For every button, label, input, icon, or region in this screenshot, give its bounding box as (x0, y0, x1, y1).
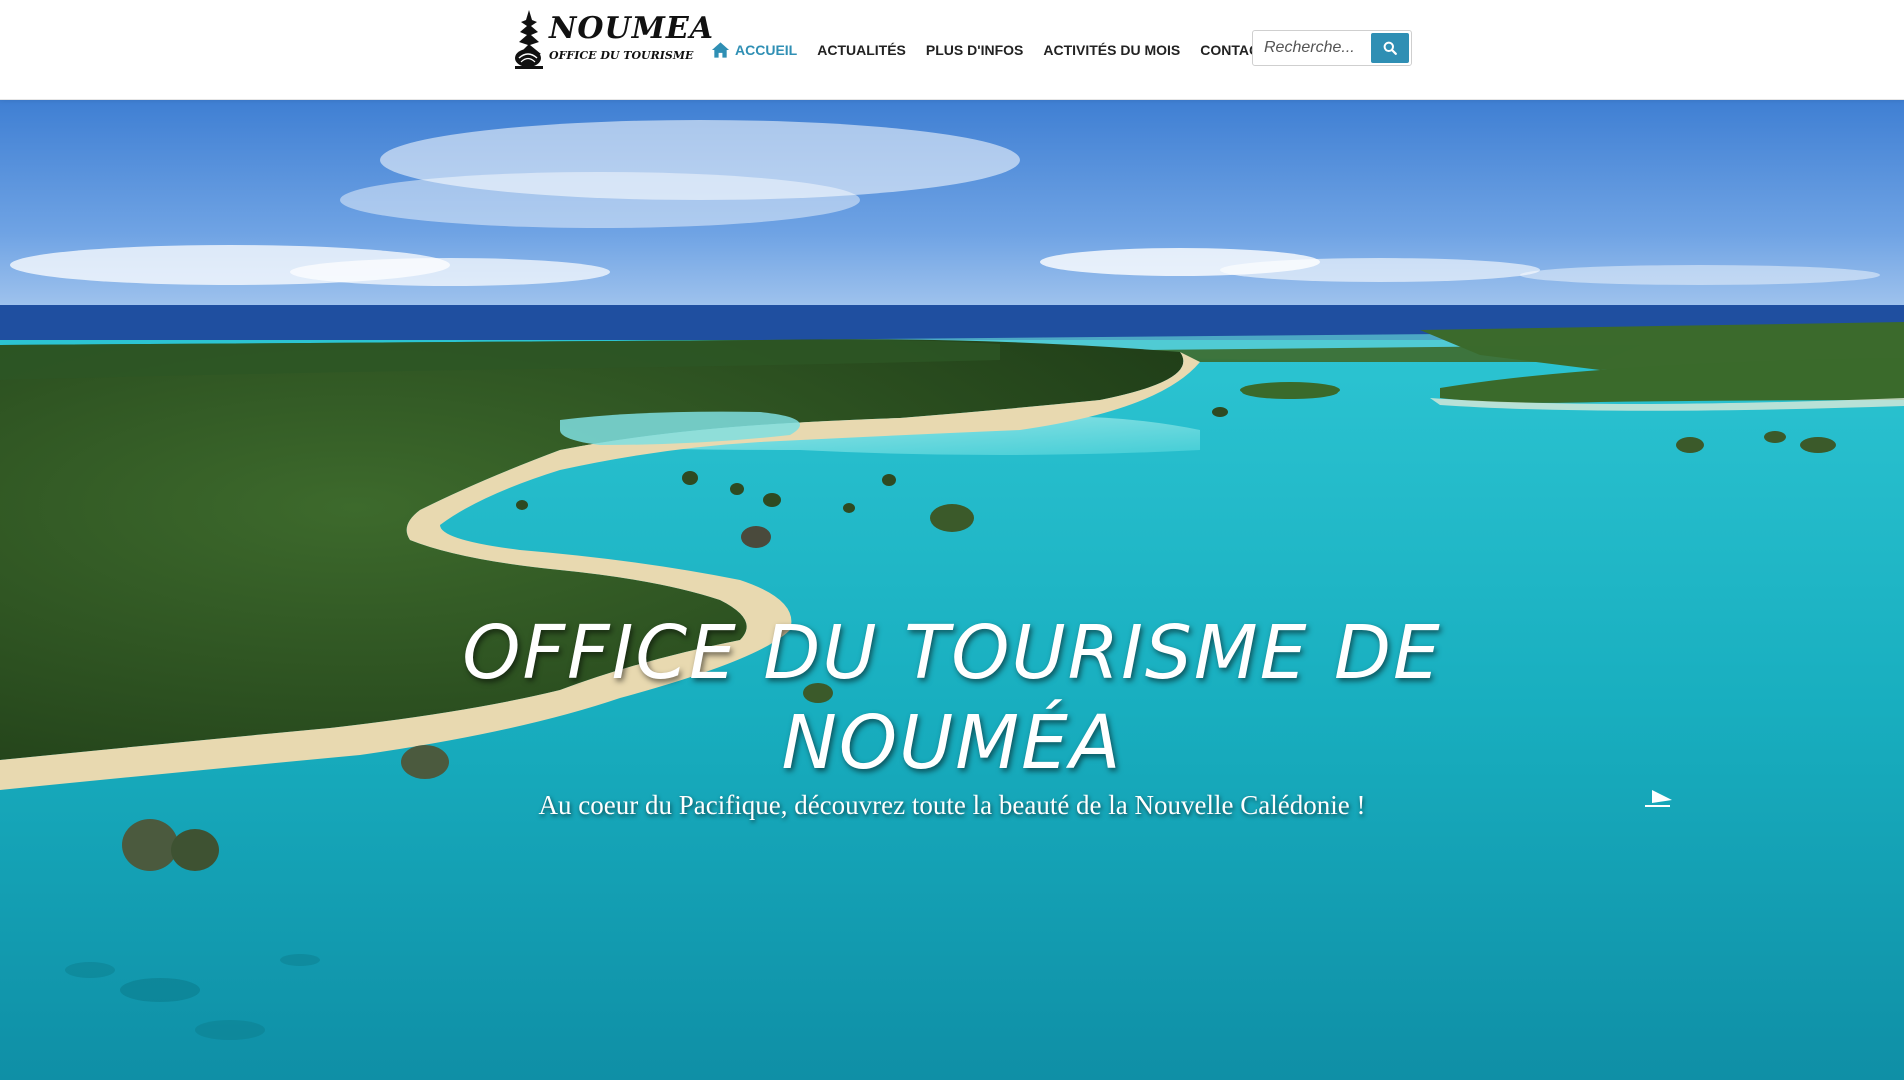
search-icon (1383, 41, 1397, 55)
hero-title: OFFICE DU TOURISME DE NOUMÉA (462, 610, 1442, 786)
search-button[interactable] (1371, 33, 1409, 63)
nav-item-actualites[interactable]: ACTUALITÉS (807, 42, 916, 58)
nav-item-plus-d-infos[interactable]: PLUS D'INFOS (916, 42, 1033, 58)
main-nav: ACCUEIL ACTUALITÉS PLUS D'INFOS ACTIVITÉ… (711, 38, 1278, 62)
logo-title: NOUMEA (549, 11, 715, 46)
site-logo[interactable]: NOUMEA OFFICE DU TOURISME (511, 8, 713, 72)
nav-item-label: ACTIVITÉS DU MOIS (1043, 42, 1181, 58)
logo-subtitle: OFFICE DU TOURISME (549, 49, 694, 62)
lagoon-aerial-image (0, 100, 1904, 1080)
home-icon (711, 42, 730, 58)
nav-item-accueil[interactable]: ACCUEIL (711, 41, 807, 59)
hero-subtitle: Au coeur du Pacifique, découvrez toute l… (538, 790, 1366, 820)
search-box (1252, 30, 1412, 66)
search-input[interactable] (1253, 31, 1371, 65)
hero-banner: OFFICE DU TOURISME DE NOUMÉA Au coeur du… (0, 100, 1904, 1080)
site-header: NOUMEA OFFICE DU TOURISME ACCUEIL ACTUAL… (0, 0, 1904, 100)
pine-logo-icon (515, 10, 543, 69)
nav-item-label: PLUS D'INFOS (925, 42, 1024, 58)
nav-item-label: ACTUALITÉS (817, 42, 906, 58)
nav-item-label: ACCUEIL (735, 42, 798, 58)
nav-item-activites-du-mois[interactable]: ACTIVITÉS DU MOIS (1033, 42, 1190, 58)
